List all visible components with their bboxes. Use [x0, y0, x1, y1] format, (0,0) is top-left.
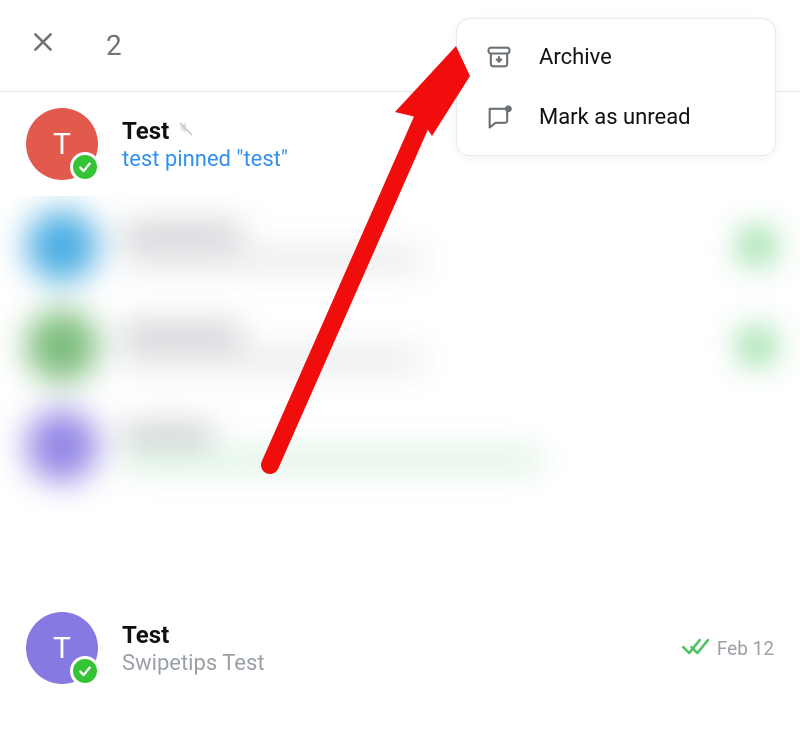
- selected-check-icon: [70, 152, 100, 182]
- archive-menu-item[interactable]: Archive: [463, 27, 769, 87]
- menu-label: Archive: [539, 45, 612, 70]
- chat-meta: Feb 12: [681, 632, 774, 664]
- selected-check-icon: [70, 656, 100, 686]
- avatar-letter: T: [53, 127, 71, 162]
- chat-list: T Test test pinned "test": [0, 92, 800, 700]
- close-button[interactable]: [30, 28, 56, 63]
- chat-preview: Swipetips Test: [122, 651, 681, 676]
- blurred-chats: [0, 196, 800, 596]
- chat-name: Test: [122, 117, 169, 145]
- mark-unread-menu-item[interactable]: Mark as unread: [463, 87, 769, 147]
- chat-content: Test Swipetips Test: [122, 621, 681, 676]
- selection-count: 2: [106, 29, 122, 62]
- menu-label: Mark as unread: [539, 105, 691, 130]
- mark-unread-icon: [483, 103, 515, 131]
- chat-date: Feb 12: [717, 637, 774, 660]
- archive-icon: [483, 43, 515, 71]
- avatar: T: [26, 108, 98, 180]
- action-menu: Archive Mark as unread: [456, 18, 776, 156]
- chat-name: Test: [122, 621, 169, 649]
- read-ticks-icon: [681, 632, 709, 664]
- chat-item[interactable]: T Test Swipetips Test Feb 12: [0, 596, 800, 700]
- avatar-letter: T: [53, 631, 71, 666]
- avatar: T: [26, 612, 98, 684]
- muted-icon: [177, 120, 195, 142]
